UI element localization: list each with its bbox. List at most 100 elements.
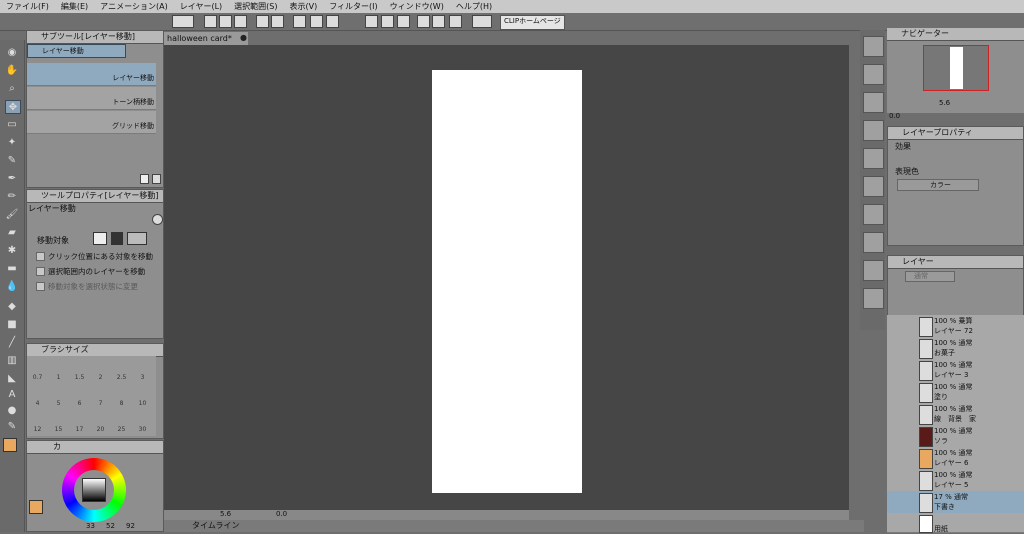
decoration-tool-icon[interactable]: ✱: [5, 244, 19, 256]
search-icon[interactable]: ⌕: [5, 82, 19, 94]
current-color-swatch[interactable]: [29, 500, 43, 514]
layer-row[interactable]: 100 % 乗算 レイヤー 72: [887, 315, 1024, 338]
eraser-tool-icon[interactable]: ▬: [5, 262, 19, 274]
material-background-icon[interactable]: [863, 204, 884, 225]
brush-size-cell[interactable]: 3: [132, 374, 153, 387]
brush-tool-icon[interactable]: 🖌: [5, 208, 19, 220]
auto-select-tool-icon[interactable]: ✦: [5, 136, 19, 148]
brush-size-cell[interactable]: 20: [90, 426, 111, 439]
trash-icon[interactable]: [152, 174, 161, 184]
close-icon[interactable]: ●: [240, 33, 247, 42]
material-3d-icon[interactable]: [863, 232, 884, 253]
menu-animation[interactable]: アニメーション(A): [94, 1, 174, 12]
option-select-target[interactable]: 移動対象を選択状態に変更: [36, 281, 138, 292]
brush-size-cell[interactable]: 4: [27, 400, 48, 413]
fill-tool-icon[interactable]: ◆: [5, 300, 19, 312]
selection-fill-icon[interactable]: [397, 15, 410, 28]
move-target-layer-icon[interactable]: [93, 232, 107, 245]
text-tool-icon[interactable]: A: [5, 388, 19, 400]
brush-size-cell[interactable]: 30: [132, 426, 153, 439]
correct-line-tool-icon[interactable]: ✎: [5, 420, 19, 432]
figure-tool-icon[interactable]: ╱: [5, 336, 19, 348]
clip-studio-icon[interactable]: [172, 15, 194, 28]
navigator-tab[interactable]: ナビゲーター: [887, 28, 1024, 41]
layer-row-selected[interactable]: 17 % 通常 下書き: [887, 491, 1024, 514]
tablet-setting-icon[interactable]: [472, 15, 492, 28]
brush-size-cell[interactable]: 1: [48, 374, 69, 387]
subtool-tab[interactable]: サブツール[レイヤー移動]: [27, 31, 163, 44]
move-target-grid-icon[interactable]: [127, 232, 147, 245]
layer-row[interactable]: 100 % 通常 レイヤー 5: [887, 469, 1024, 492]
layer-row[interactable]: 100 % 通常 レイヤー 3: [887, 359, 1024, 382]
gradient-tool-icon[interactable]: ■: [5, 318, 19, 330]
menu-window[interactable]: ウィンドウ(W): [384, 1, 450, 12]
move-icon[interactable]: [310, 15, 323, 28]
menu-layer[interactable]: レイヤー(L): [174, 1, 228, 12]
canvas-paper[interactable]: [432, 70, 582, 493]
expression-color-select[interactable]: カラー: [897, 179, 979, 191]
menu-help[interactable]: ヘルプ(H): [450, 1, 498, 12]
brush-size-cell[interactable]: 6: [69, 400, 90, 413]
zoom-tool-icon[interactable]: ◉: [5, 46, 19, 58]
main-color-swatch[interactable]: [3, 438, 17, 452]
material-people-icon[interactable]: [863, 260, 884, 281]
selection-tool-icon[interactable]: ▭: [5, 118, 19, 130]
brush-size-cell[interactable]: 7: [90, 400, 111, 413]
layer-row[interactable]: 100 % 通常 ソラ: [887, 425, 1024, 448]
material-effect-icon[interactable]: [863, 176, 884, 197]
new-file-icon[interactable]: [204, 15, 217, 28]
redo-icon[interactable]: [271, 15, 284, 28]
document-tab[interactable]: halloween card*: [164, 32, 248, 45]
timeline-tab[interactable]: タイムライン: [192, 521, 239, 530]
brush-size-cell[interactable]: 8: [111, 400, 132, 413]
ruler-tool-icon[interactable]: ◣: [5, 372, 19, 384]
airbrush-tool-icon[interactable]: ▰: [5, 226, 19, 238]
layer-row[interactable]: 100 % 通常 お菓子: [887, 337, 1024, 360]
option-click-position[interactable]: クリック位置にある対象を移動: [36, 251, 153, 262]
menu-filter[interactable]: フィルター(I): [323, 1, 383, 12]
menu-selection[interactable]: 選択範囲(S): [228, 1, 283, 12]
balloon-tool-icon[interactable]: ●: [5, 404, 19, 416]
save-icon[interactable]: [234, 15, 247, 28]
color-square[interactable]: [82, 478, 106, 502]
open-file-icon[interactable]: [219, 15, 232, 28]
snap-grid-icon[interactable]: [432, 15, 445, 28]
material-image-icon[interactable]: [863, 64, 884, 85]
new-subtool-icon[interactable]: [140, 174, 149, 184]
blend-mode-select[interactable]: 通常: [905, 271, 955, 282]
layer-row[interactable]: 100 % 通常 塗り: [887, 381, 1024, 404]
subtool-group-tab[interactable]: レイヤー移動: [27, 44, 126, 58]
snap-ruler-icon[interactable]: [417, 15, 430, 28]
undo-icon[interactable]: [256, 15, 269, 28]
layer-row[interactable]: 100 % 通常線 背景 家: [887, 403, 1024, 426]
option-selection-layers[interactable]: 選択範囲内のレイヤーを移動: [36, 266, 145, 277]
brush-size-cell[interactable]: 17: [69, 426, 90, 439]
brush-size-cell[interactable]: 10: [132, 400, 153, 413]
menu-view[interactable]: 表示(V): [284, 1, 324, 12]
wrench-icon[interactable]: [152, 214, 163, 225]
layer-row[interactable]: 用紙: [887, 513, 1024, 533]
tool-property-tab[interactable]: ツールプロパティ[レイヤー移動]: [27, 190, 163, 203]
brush-size-cell[interactable]: 15: [48, 426, 69, 439]
clip-home-button[interactable]: CLIPホームページ: [500, 15, 565, 30]
brush-size-cell[interactable]: 5: [48, 400, 69, 413]
brush-size-cell[interactable]: 2.5: [111, 374, 132, 387]
subtool-item-tone-move[interactable]: トーン柄移動: [27, 87, 156, 110]
layer-tab[interactable]: レイヤー: [888, 256, 1023, 269]
layer-property-tab[interactable]: レイヤープロパティ: [888, 127, 1023, 140]
pencil-tool-icon[interactable]: ✏: [5, 190, 19, 202]
color-wheel-tab[interactable]: カ: [27, 441, 163, 454]
material-frame-icon[interactable]: [863, 148, 884, 169]
move-tool-icon[interactable]: ✥: [5, 100, 21, 114]
transform-icon[interactable]: [293, 15, 306, 28]
material-hand-icon[interactable]: [863, 288, 884, 309]
layer-row[interactable]: 100 % 通常 レイヤー 6: [887, 447, 1024, 470]
clear-icon[interactable]: [326, 15, 339, 28]
invert-selection-icon[interactable]: [381, 15, 394, 28]
brush-size-cell[interactable]: 12: [27, 426, 48, 439]
subtool-item-grid-move[interactable]: グリッド移動: [27, 111, 156, 134]
brush-size-cell[interactable]: 2: [90, 374, 111, 387]
deselect-icon[interactable]: [365, 15, 378, 28]
subtool-item-layer-move[interactable]: レイヤー移動: [27, 63, 156, 86]
material-icon[interactable]: [863, 36, 884, 57]
